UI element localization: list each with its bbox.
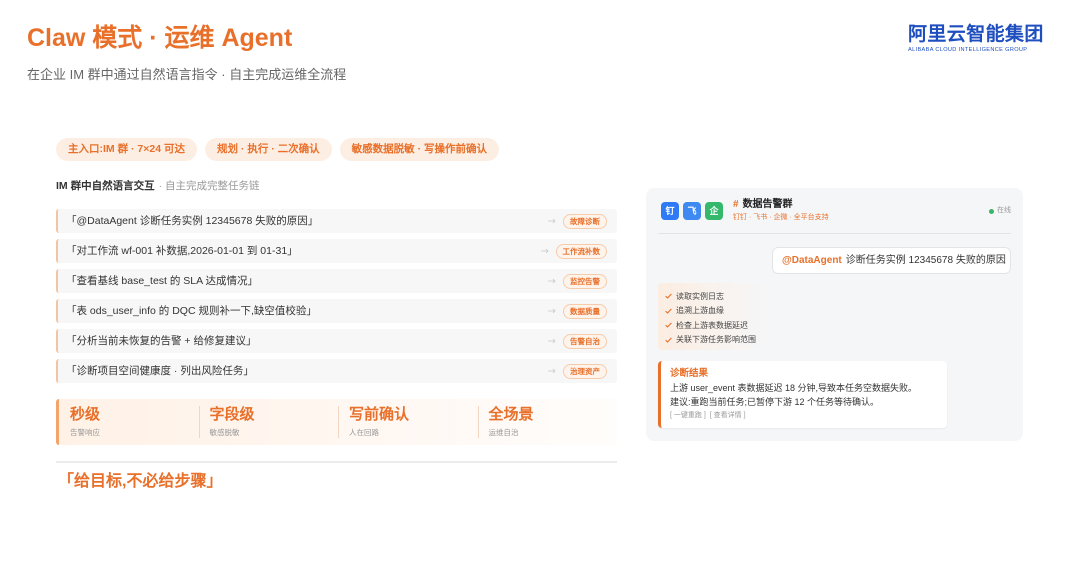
- command-category-tag: 告警自治: [563, 333, 607, 349]
- online-status-label: 在线: [997, 207, 1011, 214]
- command-row[interactable]: 「@DataAgent 诊断任务实例 12345678 失败的原因」 故障诊断: [56, 209, 617, 233]
- arrow-right-icon: [548, 308, 556, 314]
- channel-hash-icon: #: [733, 199, 739, 210]
- arrow-right-icon: [548, 278, 556, 284]
- chat-group-name: 数据告警群: [742, 199, 793, 210]
- chat-panel: 钉 飞 企 # 数据告警群 钉钉 · 飞书 · 企微 · 全平台支持 在线 @Da…: [646, 188, 1023, 441]
- result-line: 上游 user_event 表数据延迟 18 分钟,导致本任务空数据失败。: [670, 383, 918, 393]
- arrow-right-icon: [540, 248, 549, 254]
- section-divider: [56, 461, 617, 463]
- command-category-tag: 监控告警: [563, 273, 607, 289]
- stat-label: 敏感脱敏: [209, 428, 240, 437]
- stat-value: 秒级: [70, 406, 101, 423]
- command-row[interactable]: 「分析当前未恢复的告警 + 给修复建议」 告警自治: [56, 329, 617, 353]
- command-row[interactable]: 「诊断项目空间健康度 · 列出风险任务」 治理资产: [56, 359, 617, 383]
- result-actions: [ 一键重跑 ] [ 查看详情 ]: [670, 409, 947, 423]
- diagnosis-result-card: 诊断结果 上游 user_event 表数据延迟 18 分钟,导致本任务空数据失…: [658, 361, 947, 428]
- rerun-button[interactable]: [ 一键重跑 ]: [670, 412, 706, 419]
- command-row[interactable]: 「对工作流 wf-001 补数据,2026-01-01 到 01-31」 工作流…: [56, 239, 617, 263]
- command-text: 「@DataAgent 诊断任务实例 12345678 失败的原因」: [66, 215, 319, 227]
- user-message-text: 诊断任务实例 12345678 失败的原因: [845, 255, 1006, 266]
- command-category-tag: 工作流补数: [555, 243, 607, 259]
- feature-tag: 主入口:IM 群 · 7×24 可达: [56, 138, 197, 161]
- command-text: 「表 ods_user_info 的 DQC 规则补一下,缺空值校验」: [66, 305, 317, 317]
- company-logo: 阿里云智能集团 ALIBABA CLOUD INTELLIGENCE GROUP: [908, 24, 1048, 54]
- commands-heading: IM 群中自然语言交互 · 自主完成完整任务链: [56, 179, 260, 193]
- agent-step: 读取实例日志: [665, 289, 756, 304]
- stat-item: 写前确认 人在回路: [338, 399, 478, 445]
- agent-step-label: 关联下游任务影响范围: [676, 335, 756, 345]
- wecom-icon: 企: [705, 202, 723, 220]
- stat-item: 全场景 运维自治: [477, 399, 618, 445]
- stat-label: 运维自治: [488, 428, 519, 437]
- key-stats: 秒级 告警响应 字段级 敏感脱敏 写前确认 人在回路 全场景 运维自治: [56, 399, 617, 445]
- feishu-icon: 飞: [683, 202, 701, 220]
- online-status: 在线: [989, 206, 1011, 216]
- check-icon: [665, 322, 672, 329]
- stat-value: 字段级: [209, 406, 255, 423]
- agent-mention[interactable]: @DataAgent: [782, 255, 842, 266]
- user-message-bubble: @DataAgent 诊断任务实例 12345678 失败的原因: [772, 247, 1011, 274]
- agent-step-label: 追溯上游血缘: [676, 306, 724, 316]
- chat-platforms: 钉钉 · 飞书 · 企微 · 全平台支持: [733, 214, 829, 221]
- logo-name-en: ALIBABA CLOUD INTELLIGENCE GROUP: [908, 47, 1028, 53]
- stat-label: 人在回路: [349, 428, 379, 437]
- arrow-right-icon: [548, 218, 556, 224]
- page-subtitle: 在企业 IM 群中通过自然语言指令 · 自主完成运维全流程: [27, 67, 347, 82]
- commands-heading-main: IM 群中自然语言交互: [56, 180, 155, 192]
- result-title: 诊断结果: [670, 368, 709, 379]
- view-details-button[interactable]: [ 查看详情 ]: [710, 412, 746, 419]
- command-text: 「诊断项目空间健康度 · 列出风险任务」: [66, 365, 254, 377]
- agent-step: 检查上游表数据延迟: [665, 318, 756, 333]
- page-title: Claw 模式 · 运维 Agent: [27, 24, 293, 52]
- chat-group-title: # 数据告警群: [733, 199, 793, 211]
- command-text: 「查看基线 base_test 的 SLA 达成情况」: [66, 275, 258, 287]
- arrow-right-icon: [548, 338, 556, 344]
- command-row[interactable]: 「表 ods_user_info 的 DQC 规则补一下,缺空值校验」 数据质量: [56, 299, 617, 323]
- agent-step-label: 检查上游表数据延迟: [676, 320, 748, 330]
- stat-item: 秒级 告警响应: [59, 399, 199, 445]
- agent-step: 追溯上游血缘: [665, 304, 756, 319]
- command-category-tag: 故障诊断: [563, 213, 607, 229]
- feature-tag: 规划 · 执行 · 二次确认: [204, 138, 332, 161]
- check-icon: [665, 293, 672, 300]
- online-dot-icon: [989, 208, 994, 214]
- stat-label: 告警响应: [70, 428, 100, 437]
- check-icon: [665, 337, 672, 343]
- commands-heading-sub: · 自主完成完整任务链: [158, 180, 260, 192]
- stat-value: 写前确认: [349, 406, 410, 423]
- im-app-icons: 钉 飞 企: [661, 202, 723, 220]
- agent-step-label: 读取实例日志: [676, 291, 724, 301]
- command-row[interactable]: 「查看基线 base_test 的 SLA 达成情况」 监控告警: [56, 269, 617, 293]
- check-icon: [665, 308, 672, 314]
- arrow-right-icon: [548, 368, 556, 374]
- dingtalk-icon: 钉: [661, 202, 679, 220]
- agent-steps: 读取实例日志 追溯上游血缘 检查上游表数据延迟 关联下游任务影响范围: [665, 289, 756, 347]
- command-text: 「对工作流 wf-001 补数据,2026-01-01 到 01-31」: [66, 245, 298, 257]
- result-line: 建议:重跑当前任务;已暂停下游 12 个任务等待确认。: [670, 397, 880, 407]
- stat-item: 字段级 敏感脱敏: [198, 399, 339, 445]
- feature-tag: 敏感数据脱敏 · 写操作前确认: [339, 138, 499, 161]
- command-category-tag: 治理资产: [563, 363, 607, 379]
- command-category-tag: 数据质量: [563, 303, 607, 319]
- stat-value: 全场景: [488, 406, 534, 423]
- agent-step: 关联下游任务影响范围: [665, 333, 756, 348]
- logo-name-cn: 阿里云智能集团: [908, 24, 1044, 45]
- command-text: 「分析当前未恢复的告警 + 给修复建议」: [66, 335, 257, 347]
- slogan-quote: 「给目标,不必给步骤」: [58, 473, 223, 490]
- chat-header-divider: [658, 233, 1011, 234]
- feature-tags: 主入口:IM 群 · 7×24 可达 规划 · 执行 · 二次确认 敏感数据脱敏…: [56, 138, 499, 161]
